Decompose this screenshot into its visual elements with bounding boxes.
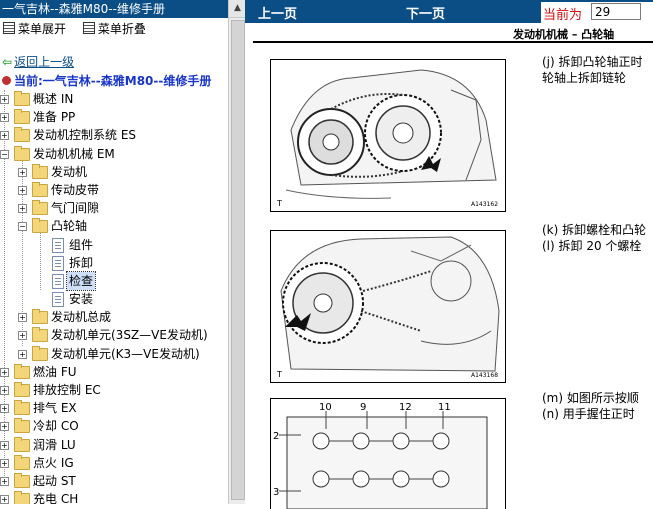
- folder-icon: [14, 400, 30, 416]
- navigation-pane: 一气吉林--森雅M80--维修手册 菜单展开 菜单折叠 ⇦ 返回上一级 当前:一气…: [0, 0, 228, 504]
- folder-icon: [14, 454, 30, 470]
- scrollbar-thumb[interactable]: [231, 20, 245, 500]
- folder-icon: [14, 127, 30, 143]
- bolt-number: 11: [438, 402, 451, 413]
- tree-item-camshaft[interactable]: − 凸轮轴: [0, 217, 228, 235]
- tree-item-inspection[interactable]: 检查: [0, 270, 228, 291]
- page-heading: 发动机机械 – 凸轮轴: [513, 28, 615, 41]
- folder-icon: [14, 91, 30, 106]
- folder-icon: [32, 200, 48, 216]
- prev-page-button[interactable]: 上一页: [258, 3, 297, 22]
- step-j-line2: 轮轴上拆卸链轮: [542, 71, 627, 85]
- tree-item-starting[interactable]: + 起动 ST: [0, 472, 228, 490]
- document-icon: [52, 292, 64, 308]
- tree-item-exhaust[interactable]: + 排气 EX: [0, 399, 228, 417]
- back-arrow-icon: ⇦: [2, 55, 13, 69]
- page-number-input[interactable]: 29: [591, 3, 641, 20]
- bolt-number: 10: [319, 402, 332, 413]
- figure-bolt-sequence: 10 9 12 11 2 3: [270, 398, 506, 509]
- current-location: 当前:一气吉林--森雅M80--维修手册: [2, 72, 211, 89]
- figure-code: A143168: [471, 372, 498, 379]
- folder-icon: [14, 418, 30, 434]
- figure-camshaft-timing-gear: T A143168: [270, 230, 506, 383]
- tree-item-engine-control[interactable]: + 发动机控制系统 ES: [0, 126, 228, 144]
- step-n: (n) 用手握住正时: [542, 407, 635, 421]
- folder-open-icon: [32, 218, 48, 234]
- tree-item-ignition[interactable]: + 点火 IG: [0, 454, 228, 472]
- folder-icon: [32, 163, 48, 179]
- tree-view: + 概述 IN + 准备 PP + 发动机控制系统 ES − 发动机机械 EM + 发动机…: [0, 90, 228, 504]
- manual-page: 发动机机械 – 凸轮轴 T A143162 T A143168 10 9 12 …: [250, 24, 653, 509]
- tree-item-preparation[interactable]: + 准备 PP: [0, 108, 228, 126]
- bolt-number: 3: [273, 487, 279, 498]
- tree-item-charging[interactable]: + 充电 CH: [0, 490, 228, 504]
- tree-item-engine-mechanical[interactable]: − 发动机机械 EM: [0, 145, 228, 163]
- step-l: (l) 拆卸 20 个螺栓: [542, 239, 642, 253]
- menu-icon: [3, 22, 15, 34]
- tree-item-emission-control[interactable]: + 排放控制 EC: [0, 381, 228, 399]
- window-title: 一气吉林--森雅M80--维修手册: [0, 0, 228, 18]
- vertical-scrollbar[interactable]: ▲: [228, 0, 246, 504]
- step-k: (k) 拆卸螺栓和凸轮: [542, 223, 647, 237]
- tree-item-engine[interactable]: + 发动机: [0, 163, 228, 181]
- figure-camshaft-sprocket: T A143162: [270, 59, 506, 212]
- folder-icon: [14, 363, 30, 379]
- location-icon: [2, 76, 11, 85]
- back-link[interactable]: ⇦ 返回上一级: [2, 53, 74, 70]
- scroll-up-arrow-icon[interactable]: ▲: [229, 0, 246, 18]
- tree-item-cooling[interactable]: + 冷却 CO: [0, 417, 228, 435]
- menu-collapse-button[interactable]: 菜单折叠: [80, 19, 146, 39]
- next-page-button[interactable]: 下一页: [406, 3, 445, 22]
- page-toolbar: 上一页 下一页 当前为 29: [245, 0, 653, 23]
- tree-item-overview[interactable]: + 概述 IN: [0, 90, 228, 108]
- menu-row: 菜单展开 菜单折叠: [0, 19, 228, 39]
- tree-item-engine-unit-3sz[interactable]: + 发动机单元(3SZ—VE发动机): [0, 326, 228, 344]
- folder-icon: [14, 491, 30, 504]
- folder-icon: [32, 345, 48, 361]
- document-pane: 上一页 下一页 当前为 29 发动机机械 – 凸轮轴 T A143162 T A…: [245, 0, 653, 509]
- tree-item-lubrication[interactable]: + 润滑 LU: [0, 436, 228, 454]
- heading-rule: [253, 41, 653, 43]
- document-icon: [52, 255, 64, 271]
- folder-icon: [14, 382, 30, 397]
- folder-icon: [32, 181, 48, 197]
- figure-corner-label: T: [276, 370, 282, 379]
- folder-icon: [14, 109, 30, 125]
- step-m: (m) 如图所示按顺: [542, 391, 639, 405]
- folder-open-icon: [14, 145, 30, 161]
- page-indicator: 当前为 29: [541, 2, 653, 23]
- bolt-number: 9: [360, 402, 366, 413]
- menu-icon: [82, 22, 95, 34]
- tree-item-fuel[interactable]: + 燃油 FU: [0, 363, 228, 381]
- figure-corner-label: T: [276, 199, 282, 208]
- folder-icon: [14, 472, 30, 488]
- tree-item-components[interactable]: 组件: [0, 236, 228, 254]
- document-icon: [52, 273, 64, 289]
- menu-expand-button[interactable]: 菜单展开: [0, 19, 66, 39]
- folder-icon: [32, 327, 48, 343]
- page-caption: 当前为: [543, 8, 583, 23]
- bolt-number: 12: [399, 402, 412, 413]
- tree-item-installation[interactable]: 安装: [0, 290, 228, 308]
- bolt-number: 2: [273, 431, 279, 442]
- tree-item-drive-belt[interactable]: + 传动皮带: [0, 181, 228, 199]
- tree-item-engine-assembly[interactable]: + 发动机总成: [0, 308, 228, 326]
- step-j-line1: (j) 拆卸凸轮轴正时: [542, 55, 643, 69]
- folder-icon: [32, 309, 48, 325]
- tree-item-removal[interactable]: 拆卸: [0, 254, 228, 272]
- tree-item-engine-unit-k3[interactable]: + 发动机单元(K3—VE发动机): [0, 345, 228, 363]
- folder-icon: [14, 436, 30, 452]
- tree-item-valve-clearance[interactable]: + 气门间隙: [0, 199, 228, 217]
- document-icon: [52, 237, 64, 253]
- figure-code: A143162: [471, 201, 498, 208]
